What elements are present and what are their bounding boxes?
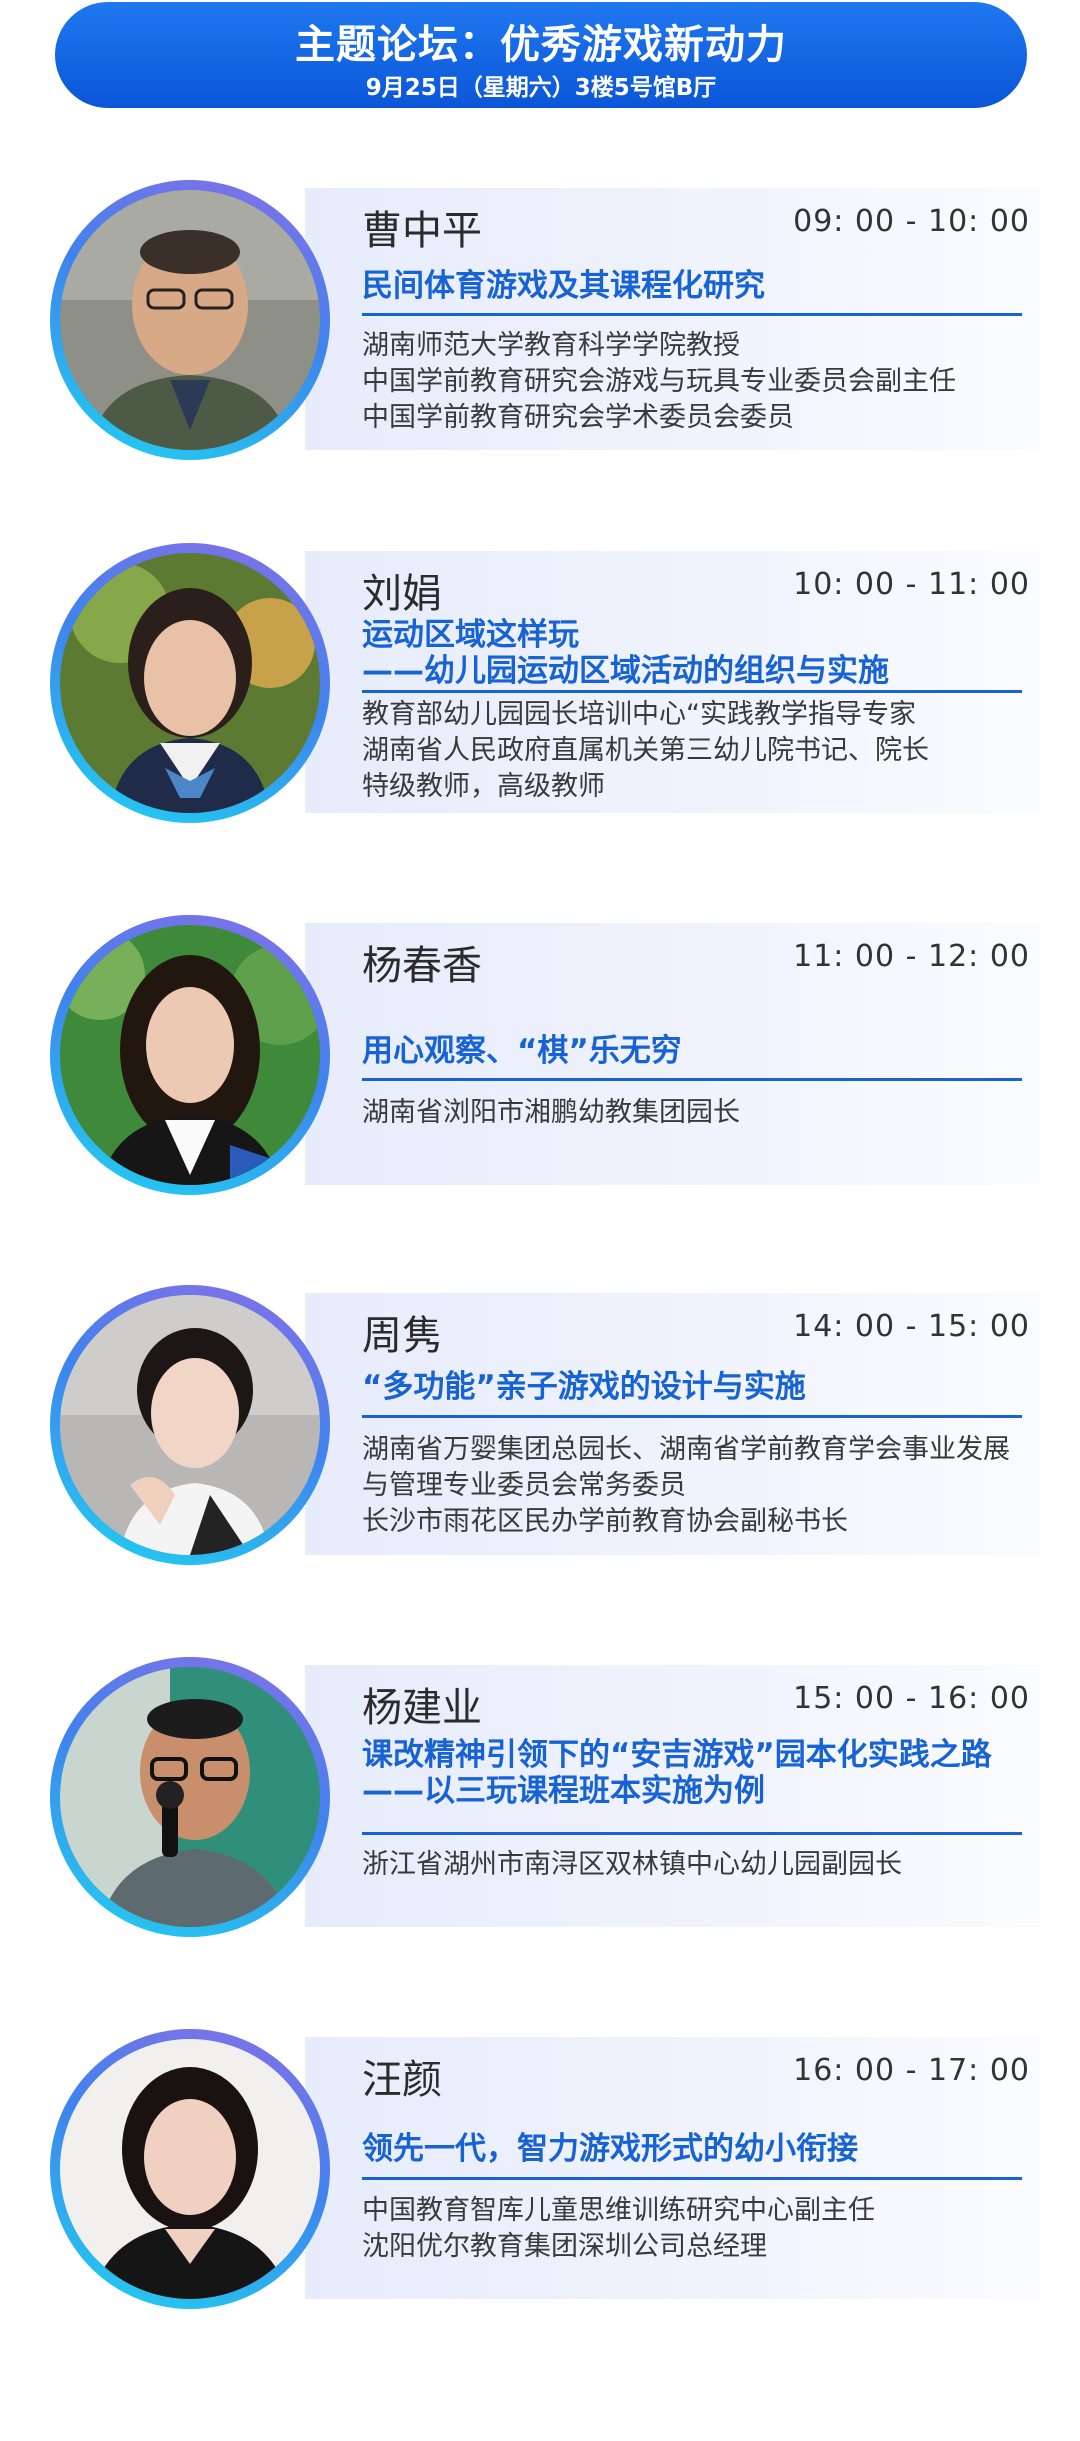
speaker-bio: 中国教育智库儿童思维训练研究中心副主任 沈阳优尔教育集团深圳公司总经理 bbox=[362, 2193, 1040, 2265]
speaker-card: 汪颜 16: 00 - 17: 00 领先一代，智力游戏形式的幼小衔接 中国教育… bbox=[0, 2029, 1080, 2309]
speaker-bio: 教育部幼儿园园长培训中心“实践教学指导专家 湖南省人民政府直属机关第三幼儿院书记… bbox=[362, 697, 1040, 805]
speaker-time: 09: 00 - 10: 00 bbox=[793, 204, 1030, 239]
speaker-time: 16: 00 - 17: 00 bbox=[793, 2053, 1030, 2088]
topic-line: 领先一代，智力游戏形式的幼小衔接 bbox=[362, 2131, 858, 2167]
speaker-photo bbox=[60, 925, 320, 1185]
speaker-card: 刘娟 10: 00 - 11: 00 运动区域这样玩 ——幼儿园运动区域活动的组… bbox=[0, 543, 1080, 823]
topic-divider bbox=[362, 2177, 1022, 2180]
speaker-card: 曹中平 09: 00 - 10: 00 民间体育游戏及其课程化研究 湖南师范大学… bbox=[0, 180, 1080, 460]
speaker-name: 杨春香 bbox=[362, 943, 482, 989]
speaker-card: 杨建业 15: 00 - 16: 00 课改精神引领下的“安吉游戏”园本化实践之… bbox=[0, 1657, 1080, 1937]
bio-line: 湖南省浏阳市湘鹏幼教集团园长 bbox=[362, 1097, 740, 1128]
speaker-bio: 湖南师范大学教育科学学院教授 中国学前教育研究会游戏与玩具专业委员会副主任 中国… bbox=[362, 328, 1040, 436]
speaker-name: 曹中平 bbox=[362, 208, 482, 254]
speaker-topic: 课改精神引领下的“安吉游戏”园本化实践之路 ——以三玩课程班本实施为例 bbox=[362, 1737, 1022, 1809]
speaker-photo bbox=[60, 553, 320, 813]
bio-line: 长沙市雨花区民办学前教育协会副秘书长 bbox=[362, 1506, 848, 1537]
topic-line: 民间体育游戏及其课程化研究 bbox=[362, 268, 765, 304]
speaker-photo bbox=[60, 1667, 320, 1927]
speaker-topic: 民间体育游戏及其课程化研究 bbox=[362, 268, 1022, 304]
speaker-name: 杨建业 bbox=[362, 1685, 482, 1731]
speaker-card: 杨春香 11: 00 - 12: 00 用心观察、“棋”乐无穷 湖南省浏阳市湘鹏… bbox=[0, 915, 1080, 1195]
bio-line: 与管理专业委员会常务委员 bbox=[362, 1470, 686, 1501]
topic-divider bbox=[362, 1078, 1022, 1081]
topic-line: ——幼儿园运动区域活动的组织与实施 bbox=[362, 653, 889, 689]
speaker-name: 刘娟 bbox=[362, 571, 442, 617]
speaker-name: 周隽 bbox=[362, 1313, 442, 1359]
speaker-topic: 用心观察、“棋”乐无穷 bbox=[362, 1033, 1022, 1069]
topic-divider bbox=[362, 313, 1022, 316]
speaker-photo bbox=[60, 2039, 320, 2299]
speaker-card: 周隽 14: 00 - 15: 00 “多功能”亲子游戏的设计与实施 湖南省万婴… bbox=[0, 1285, 1080, 1565]
bio-line: 沈阳优尔教育集团深圳公司总经理 bbox=[362, 2231, 767, 2262]
speaker-time: 11: 00 - 12: 00 bbox=[793, 939, 1030, 974]
forum-title: 主题论坛：优秀游戏新动力 bbox=[295, 22, 787, 68]
bio-line: 湖南师范大学教育科学学院教授 bbox=[362, 330, 740, 361]
speaker-photo bbox=[60, 190, 320, 450]
bio-line: 中国学前教育研究会学术委员会委员 bbox=[362, 402, 794, 433]
bio-line: 中国教育智库儿童思维训练研究中心副主任 bbox=[362, 2195, 875, 2226]
forum-header: 主题论坛：优秀游戏新动力 9月25日（星期六）3楼5号馆B厅 bbox=[55, 2, 1027, 108]
bio-line: 教育部幼儿园园长培训中心“实践教学指导专家 bbox=[362, 699, 916, 730]
forum-subtitle: 9月25日（星期六）3楼5号馆B厅 bbox=[365, 75, 717, 101]
topic-divider bbox=[362, 1415, 1022, 1418]
bio-line: 特级教师，高级教师 bbox=[362, 771, 605, 802]
speaker-photo bbox=[60, 1295, 320, 1555]
speaker-time: 10: 00 - 11: 00 bbox=[793, 567, 1030, 602]
speaker-topic: 领先一代，智力游戏形式的幼小衔接 bbox=[362, 2131, 1022, 2167]
speaker-time: 15: 00 - 16: 00 bbox=[793, 1681, 1030, 1716]
bio-line: 浙江省湖州市南浔区双林镇中心幼儿园副园长 bbox=[362, 1849, 902, 1880]
topic-divider bbox=[362, 1832, 1022, 1835]
speaker-bio: 湖南省浏阳市湘鹏幼教集团园长 bbox=[362, 1095, 1040, 1131]
speaker-bio: 湖南省万婴集团总园长、湖南省学前教育学会事业发展 与管理专业委员会常务委员 长沙… bbox=[362, 1432, 1040, 1540]
topic-line: ——以三玩课程班本实施为例 bbox=[362, 1773, 765, 1809]
speaker-name: 汪颜 bbox=[362, 2057, 442, 2103]
topic-line: “多功能”亲子游戏的设计与实施 bbox=[362, 1369, 806, 1405]
speaker-topic: “多功能”亲子游戏的设计与实施 bbox=[362, 1369, 1022, 1405]
speaker-bio: 浙江省湖州市南浔区双林镇中心幼儿园副园长 bbox=[362, 1847, 1040, 1883]
bio-line: 湖南省万婴集团总园长、湖南省学前教育学会事业发展 bbox=[362, 1434, 1010, 1465]
topic-line: 运动区域这样玩 bbox=[362, 617, 579, 653]
bio-line: 中国学前教育研究会游戏与玩具专业委员会副主任 bbox=[362, 366, 956, 397]
speaker-topic: 运动区域这样玩 ——幼儿园运动区域活动的组织与实施 bbox=[362, 617, 1022, 689]
topic-line: 用心观察、“棋”乐无穷 bbox=[362, 1033, 682, 1069]
topic-line: 课改精神引领下的“安吉游戏”园本化实践之路 bbox=[362, 1737, 992, 1773]
topic-divider bbox=[362, 690, 1022, 693]
speaker-time: 14: 00 - 15: 00 bbox=[793, 1309, 1030, 1344]
bio-line: 湖南省人民政府直属机关第三幼儿院书记、院长 bbox=[362, 735, 929, 766]
